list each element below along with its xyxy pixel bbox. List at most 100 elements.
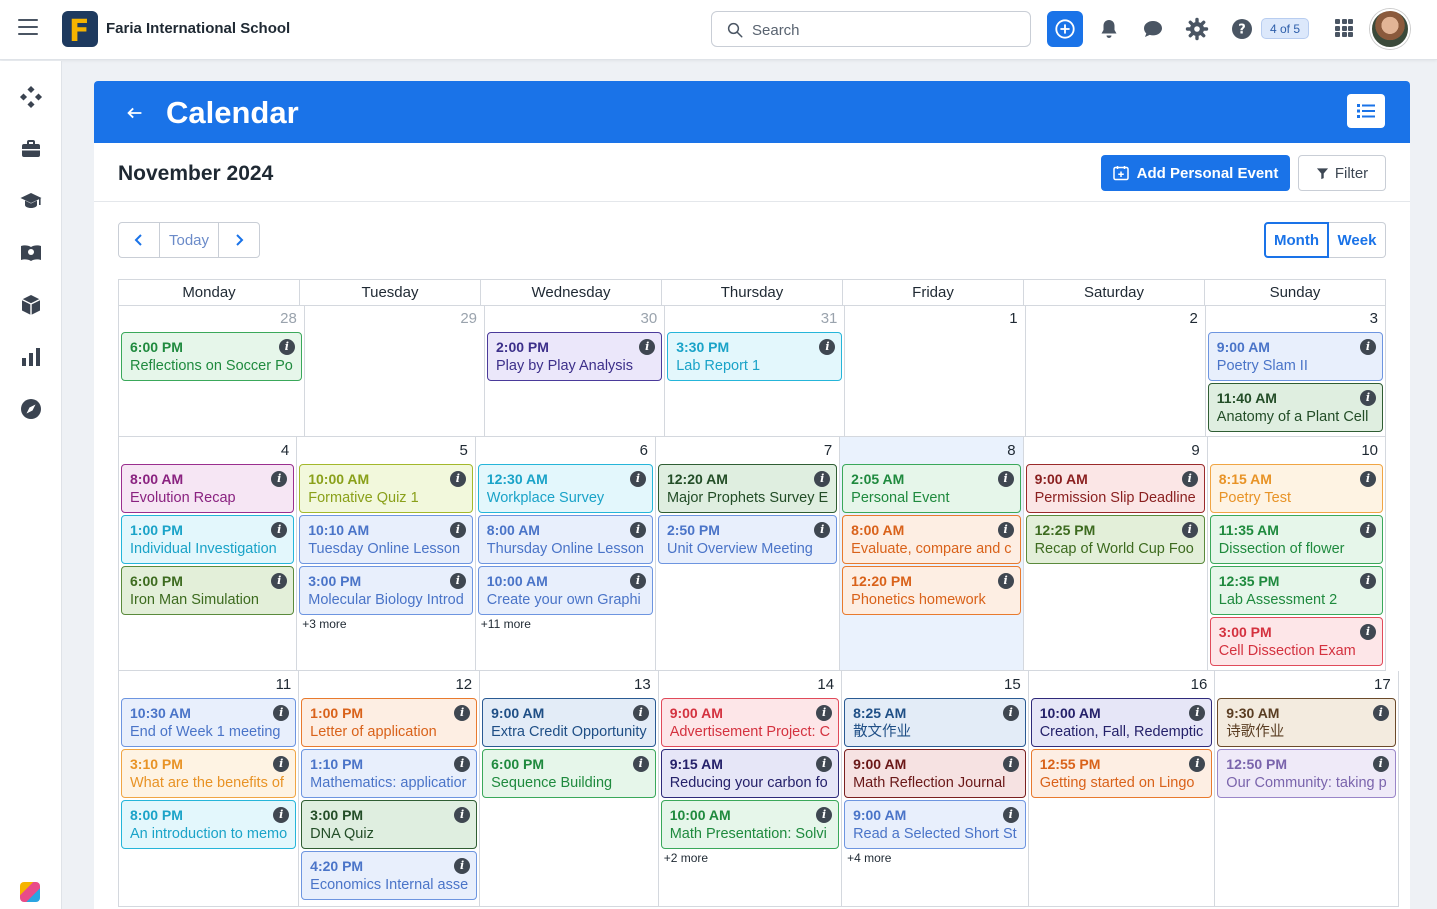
day-cell[interactable]: 9 9:00 AM Permission Slip Deadline i 12:25 P… <box>1023 437 1208 671</box>
event-card[interactable]: 1:00 PM Letter of application i <box>301 698 478 747</box>
info-icon[interactable]: i <box>1372 705 1389 721</box>
event-card[interactable]: 12:25 PM Recap of World Cup Foo i <box>1025 515 1205 564</box>
info-icon[interactable]: i <box>449 573 466 589</box>
graduation-cap-icon[interactable] <box>19 189 43 213</box>
event-card[interactable]: 6:00 PM Iron Man Simulation i <box>121 566 295 615</box>
cube-icon[interactable] <box>19 293 43 317</box>
info-icon[interactable]: i <box>997 573 1014 589</box>
info-icon[interactable]: i <box>629 471 646 487</box>
day-cell[interactable]: 4 8:00 AM Evolution Recap i 1:00 PM Individua… <box>119 437 298 671</box>
search-input[interactable] <box>752 20 1012 40</box>
school-name[interactable]: Faria International School <box>106 20 290 37</box>
day-cell[interactable]: 16 10:00 AM Creation, Fall, Redemptic i 12:5… <box>1028 671 1216 907</box>
compass-icon[interactable] <box>19 397 43 421</box>
today-button[interactable]: Today <box>159 223 219 257</box>
menu-icon[interactable] <box>18 19 38 39</box>
event-card[interactable]: 8:00 AM Evolution Recap i <box>121 464 295 513</box>
more-events-link[interactable]: +3 more <box>299 617 473 631</box>
event-card[interactable]: 10:30 AM End of Week 1 meeting i <box>121 698 297 747</box>
event-card[interactable]: 4:20 PM Economics Internal asse i <box>301 851 478 900</box>
day-cell[interactable]: 12 1:00 PM Letter of application i 1:10 PM Ma… <box>299 671 481 907</box>
info-icon[interactable]: i <box>1360 339 1376 355</box>
event-card[interactable]: 10:00 AM Creation, Fall, Redemptic i <box>1030 698 1213 747</box>
event-card[interactable]: 9:15 AM Reducing your carbon fo i <box>660 749 840 798</box>
avatar[interactable] <box>1370 9 1410 49</box>
day-cell[interactable]: 31 3:30 PM Lab Report 1i <box>665 305 846 437</box>
info-icon[interactable]: i <box>1181 522 1198 538</box>
dashboard-icon[interactable] <box>19 85 43 109</box>
bell-icon[interactable] <box>1097 17 1121 41</box>
day-cell[interactable]: 28 6:00 PM Reflections on Soccer Po i <box>119 305 305 437</box>
day-cell[interactable]: 3 9:00 AM Poetry Slam II i 11:40 AM Anatomy o… <box>1205 305 1386 437</box>
event-card[interactable]: 8:00 AM Thursday Online Lesson i <box>477 515 653 564</box>
day-cell[interactable]: 6 12:30 AM Workplace Survey i 8:00 AM Thursda… <box>475 437 656 671</box>
day-cell[interactable]: 11 10:30 AM End of Week 1 meeting i 3:10 PM W… <box>119 671 300 907</box>
info-icon[interactable]: i <box>816 756 833 772</box>
info-icon[interactable]: i <box>632 705 649 721</box>
add-personal-event-button[interactable]: Add Personal Event <box>1101 155 1290 191</box>
info-icon[interactable]: i <box>1360 390 1376 406</box>
event-card[interactable]: 12:20 PM Phonetics homework i <box>842 566 1021 615</box>
info-icon[interactable]: i <box>449 522 466 538</box>
info-icon[interactable]: i <box>1360 624 1376 640</box>
event-card[interactable]: 9:30 AM 诗歌作业 i <box>1217 698 1396 747</box>
briefcase-icon[interactable] <box>19 137 43 161</box>
info-icon[interactable]: i <box>1360 573 1376 589</box>
info-icon[interactable]: i <box>1002 705 1019 721</box>
info-icon[interactable]: i <box>1372 756 1389 772</box>
event-card[interactable]: 2:00 PM Play by Play Analysis i <box>487 332 663 381</box>
event-card[interactable]: 3:00 PM DNA Quiz i <box>301 800 478 849</box>
event-card[interactable]: 12:30 AM Workplace Survey i <box>477 464 653 513</box>
event-card[interactable]: 3:00 PM Molecular Biology Introd i <box>299 566 473 615</box>
filter-button[interactable]: Filter <box>1298 155 1386 191</box>
event-card[interactable]: 11:40 AM Anatomy of a Plant Cell i <box>1207 383 1383 432</box>
day-cell[interactable]: 15 8:25 AM 散文作业 i 9:00 AM Math Reflection Jou… <box>842 671 1029 907</box>
create-button[interactable] <box>1047 11 1083 47</box>
bar-chart-icon[interactable] <box>19 345 43 369</box>
info-icon[interactable]: i <box>1002 756 1019 772</box>
info-icon[interactable]: i <box>1181 471 1198 487</box>
apps-grid-icon[interactable] <box>1335 19 1353 37</box>
event-card[interactable]: 8:25 AM 散文作业 i <box>844 698 1026 747</box>
event-card[interactable]: 8:15 AM Poetry Test i <box>1209 464 1383 513</box>
next-month-button[interactable] <box>219 223 259 257</box>
search-box[interactable] <box>711 11 1031 47</box>
event-card[interactable]: 3:00 PM Cell Dissection Exam i <box>1209 617 1383 666</box>
day-cell[interactable]: 13 9:00 AM Extra Credit Opportunity i 6:00 P… <box>480 671 659 907</box>
day-cell[interactable]: 1 <box>845 305 1026 437</box>
week-view-button[interactable]: Week <box>1329 222 1386 258</box>
day-cell[interactable]: 14 9:00 AM Advertisement Project: Ci 9:15 A… <box>658 671 843 907</box>
event-card[interactable]: 9:00 AM Read a Selected Short St i <box>844 800 1026 849</box>
event-card[interactable]: 10:00 AM Math Presentation: Solvi i <box>660 800 840 849</box>
event-card[interactable]: 9:00 AM Advertisement Project: C i <box>660 698 840 747</box>
more-events-link[interactable]: +11 more <box>478 617 653 631</box>
info-icon[interactable]: i <box>1002 807 1019 823</box>
event-card[interactable]: 12:35 PM Lab Assessment 2 i <box>1209 566 1383 615</box>
event-card[interactable]: 3:30 PM Lab Report 1i <box>667 332 843 381</box>
day-cell[interactable]: 7 12:20 AM Major Prophets Survey Ei 2:50 PM… <box>655 437 841 671</box>
day-cell[interactable]: 8 2:05 AM Personal Event i 8:00 AM Evaluate, … <box>840 437 1024 671</box>
back-arrow-icon[interactable] <box>124 102 146 124</box>
day-cell[interactable]: 5 10:00 AM Formative Quiz 1 i 10:10 AM Tuesda… <box>297 437 476 671</box>
day-cell[interactable]: 30 2:00 PM Play by Play Analysis i <box>485 305 666 437</box>
info-icon[interactable]: i <box>1360 522 1376 538</box>
event-card[interactable]: 8:00 PM An introduction to memo i <box>121 800 297 849</box>
event-card[interactable]: 6:00 PM Sequence Building i <box>482 749 656 798</box>
info-icon[interactable]: i <box>1360 471 1376 487</box>
event-card[interactable]: 2:50 PM Unit Overview Meeting i <box>657 515 838 564</box>
day-cell[interactable]: 10 8:15 AM Poetry Test i 11:35 AM Dissection … <box>1207 437 1386 671</box>
gear-icon[interactable] <box>1185 17 1209 41</box>
month-view-button[interactable]: Month <box>1264 222 1329 258</box>
info-icon[interactable]: i <box>278 339 295 355</box>
event-card[interactable]: 6:00 PM Reflections on Soccer Po i <box>121 332 302 381</box>
info-icon[interactable]: i <box>449 471 466 487</box>
event-card[interactable]: 3:10 PM What are the benefits of i <box>121 749 297 798</box>
event-card[interactable]: 10:00 AM Formative Quiz 1 i <box>299 464 473 513</box>
day-cell[interactable]: 29 <box>304 305 485 437</box>
event-card[interactable]: 8:00 AM Evaluate, compare and c i <box>842 515 1021 564</box>
info-icon[interactable]: i <box>997 522 1014 538</box>
event-card[interactable]: 12:50 PM Our Community: taking p i <box>1217 749 1396 798</box>
info-icon[interactable]: i <box>629 522 646 538</box>
faria-logo-icon[interactable] <box>20 882 40 902</box>
info-icon[interactable]: i <box>632 756 649 772</box>
